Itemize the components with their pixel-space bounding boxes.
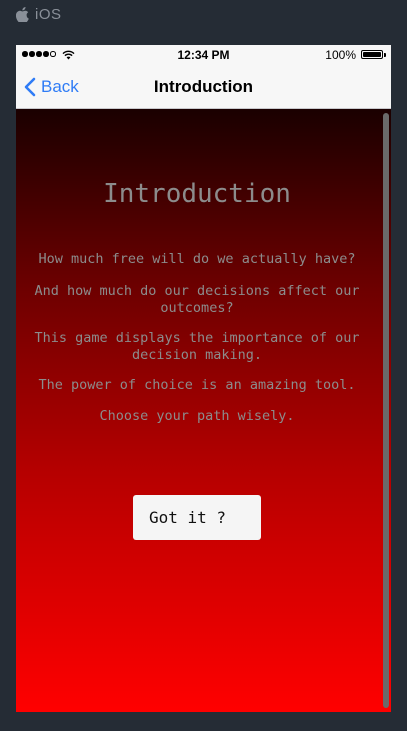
intro-paragraph: This game displays the importance of our… — [34, 330, 360, 363]
battery-percentage: 100% — [325, 48, 356, 62]
platform-label: iOS — [16, 5, 62, 23]
status-bar: 12:34 PM 100% — [16, 45, 391, 65]
intro-paragraph: And how much do our decisions affect our… — [34, 283, 360, 316]
platform-name: iOS — [35, 5, 62, 23]
intro-paragraph: The power of choice is an amazing tool. — [38, 377, 356, 393]
phone-screen: 12:34 PM 100% Back Introduction Introduc… — [16, 45, 391, 712]
intro-paragraph: How much free will do we actually have? — [38, 251, 356, 267]
page-heading: Introduction — [103, 179, 291, 209]
navigation-bar: Back Introduction — [16, 65, 391, 109]
scrollbar[interactable] — [383, 113, 389, 708]
intro-paragraph: Choose your path wisely. — [99, 408, 295, 424]
nav-title: Introduction — [153, 77, 254, 96]
intro-content-area[interactable]: Introduction How much free will do we ac… — [16, 109, 391, 712]
battery-icon — [361, 50, 383, 59]
got-it-button[interactable]: Got it ? — [133, 495, 261, 540]
battery-tip — [384, 53, 386, 57]
apple-icon — [16, 6, 29, 22]
